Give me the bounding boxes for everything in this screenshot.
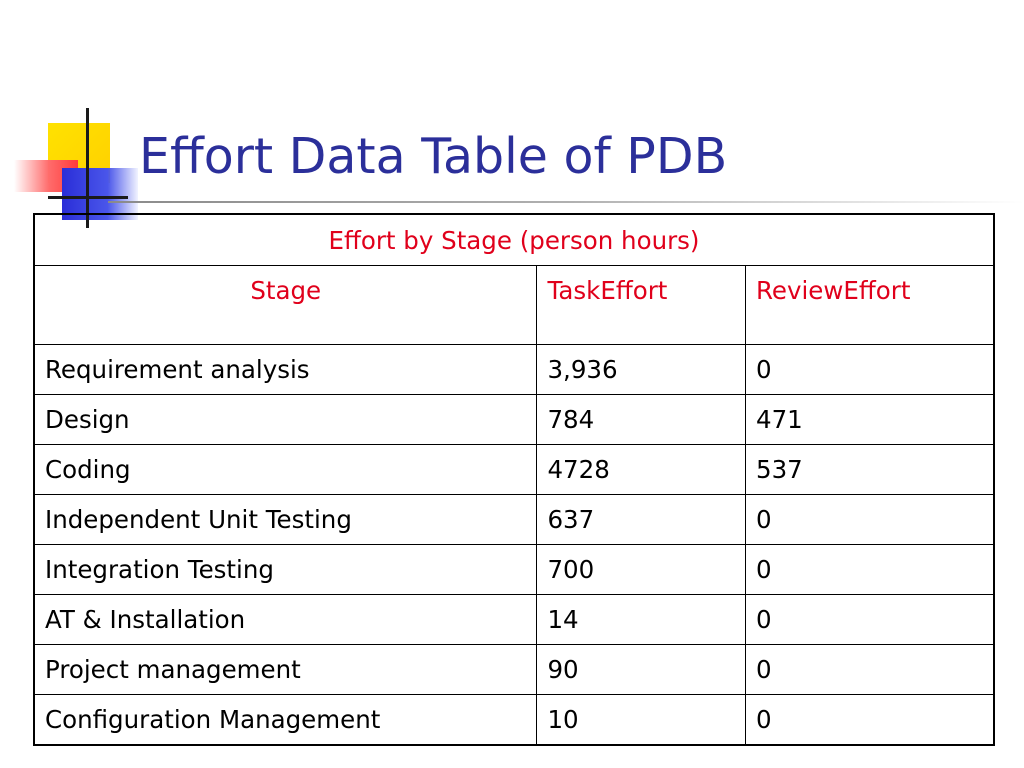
cell-task-effort: 10 [536,694,746,746]
table-caption: Effort by Stage (person hours) [33,213,995,266]
cell-stage: Design [33,394,538,445]
cell-review-effort: 0 [744,644,995,695]
cell-review-effort: 537 [744,444,995,495]
cell-stage: Independent Unit Testing [33,494,538,545]
cell-task-effort: 3,936 [536,344,746,395]
table-row: Integration Testing 700 0 [33,544,995,595]
cell-review-effort: 0 [744,594,995,645]
cell-task-effort: 784 [536,394,746,445]
cell-stage: AT & Installation [33,594,538,645]
title-underline [108,201,1024,203]
table-row: Requirement analysis 3,936 0 [33,344,995,395]
logo-horizontal-line [48,196,128,199]
cell-review-effort: 0 [744,694,995,746]
column-header-task-effort: TaskEffort [536,265,746,345]
cell-stage: Coding [33,444,538,495]
table-caption-row: Effort by Stage (person hours) [33,213,995,266]
cell-task-effort: 14 [536,594,746,645]
cell-review-effort: 471 [744,394,995,445]
column-header-stage: Stage [33,265,538,345]
slide-title: Effort Data Table of PDB [139,128,728,185]
table-row: Project management 90 0 [33,644,995,695]
column-header-review-effort: ReviewEffort [744,265,995,345]
cell-review-effort: 0 [744,344,995,395]
cell-task-effort: 637 [536,494,746,545]
slide-logo-graphic [0,0,140,240]
cell-stage: Project management [33,644,538,695]
table-row: Coding 4728 537 [33,444,995,495]
cell-review-effort: 0 [744,544,995,595]
cell-task-effort: 4728 [536,444,746,495]
table-row: Design 784 471 [33,394,995,445]
effort-table: Effort by Stage (person hours) Stage Tas… [33,213,995,746]
cell-stage: Integration Testing [33,544,538,595]
cell-task-effort: 700 [536,544,746,595]
cell-review-effort: 0 [744,494,995,545]
table-header-row: Stage TaskEffort ReviewEffort [33,265,995,345]
table-row: AT & Installation 14 0 [33,594,995,645]
cell-task-effort: 90 [536,644,746,695]
table-row: Configuration Management 10 0 [33,694,995,746]
logo-vertical-line [86,108,89,228]
table-row: Independent Unit Testing 637 0 [33,494,995,545]
cell-stage: Requirement analysis [33,344,538,395]
cell-stage: Configuration Management [33,694,538,746]
